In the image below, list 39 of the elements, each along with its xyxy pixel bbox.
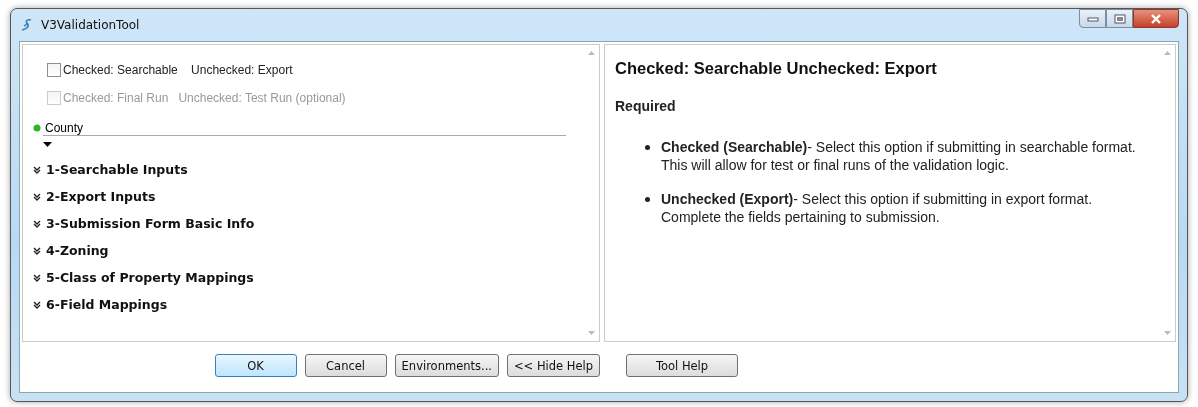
dialog-button[interactable]: Cancel xyxy=(304,354,387,377)
window-title: V3ValidationTool xyxy=(41,18,140,32)
bullet-icon xyxy=(645,145,650,150)
section-header[interactable]: 6-Field Mappings xyxy=(33,296,569,313)
close-button[interactable] xyxy=(1133,9,1179,28)
help-bullet: Unchecked (Export)- Select this option if submitting in export format. Complete the fields pertaining to submission. xyxy=(661,190,1094,226)
help-bullet: Checked (Searchable)- Select this option if submitting in searchable format. This will allow for test or final runs of the validation logic. xyxy=(661,138,1137,174)
chevron-icon xyxy=(33,165,41,174)
checkbox[interactable] xyxy=(47,63,61,77)
tool-help-button[interactable]: Tool Help xyxy=(626,354,738,377)
scroll-up-icon[interactable] xyxy=(1164,51,1171,55)
checkbox-label: Checked: Searchable Unchecked: Export xyxy=(63,63,293,77)
chevron-icon xyxy=(33,219,41,228)
dialog-button[interactable]: << Hide Help xyxy=(506,354,600,377)
help-title: Checked: Searchable Unchecked: Export xyxy=(615,59,938,78)
section-header[interactable]: 1-Searchable Inputs xyxy=(33,161,569,178)
bullet-icon xyxy=(645,197,650,202)
chevron-icon xyxy=(33,192,41,201)
scroll-up-icon[interactable] xyxy=(588,51,595,55)
dropdown-arrow-icon xyxy=(43,142,52,147)
scroll-down-icon[interactable] xyxy=(588,331,595,335)
dialog-button[interactable]: Environments... xyxy=(394,354,499,377)
maximize-button[interactable] xyxy=(1106,9,1133,28)
close-icon xyxy=(1149,13,1163,24)
chevron-icon xyxy=(33,300,41,309)
dialog-button[interactable]: OK xyxy=(214,354,297,377)
section-header[interactable]: 5-Class of Property Mappings xyxy=(33,269,569,286)
help-subtitle: Required xyxy=(615,98,677,114)
checkbox-label: Checked: Final Run Unchecked: Test Run (optional) xyxy=(63,91,346,105)
section-header[interactable]: 4-Zoning xyxy=(33,242,569,259)
maximize-icon xyxy=(1113,13,1126,24)
minimize-icon xyxy=(1086,15,1099,22)
section-header[interactable]: 2-Export Inputs xyxy=(33,188,569,205)
minimize-button[interactable] xyxy=(1079,9,1106,28)
scroll-down-icon[interactable] xyxy=(1164,331,1171,335)
field-label: County xyxy=(45,121,84,135)
chevron-icon xyxy=(33,273,41,282)
chevron-icon xyxy=(33,246,41,255)
section-header[interactable]: 3-Submission Form Basic Info xyxy=(33,215,569,232)
